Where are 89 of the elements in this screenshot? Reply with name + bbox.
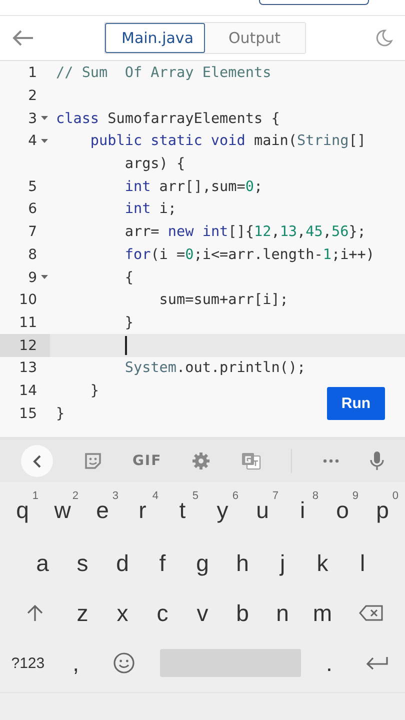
back-arrow-icon[interactable] — [12, 30, 34, 46]
letter-key[interactable]: r — [138, 496, 146, 524]
run-button[interactable]: Run — [327, 387, 385, 420]
code-line: int i; — [124, 201, 177, 218]
line-number: 12 — [18, 338, 37, 354]
code-line: class SumofarrayElements { — [55, 110, 280, 127]
line-number: 1 — [27, 65, 37, 82]
key-hint: 3 — [112, 490, 118, 502]
enter-arrow-icon[interactable] — [366, 656, 388, 670]
code-line: for(i =0;i<=arr.length-1;i++) — [124, 246, 375, 263]
code-line: } — [124, 314, 134, 331]
line-number: 6 — [27, 201, 37, 218]
collapse-button[interactable] — [21, 445, 54, 477]
letter-key[interactable]: j — [280, 550, 286, 576]
letter-key[interactable]: p — [376, 496, 389, 524]
code-line: System.out.println(); — [124, 360, 306, 376]
letter-key[interactable]: v — [196, 600, 208, 626]
smiley-icon[interactable] — [112, 652, 135, 674]
code-line: int arr[],sum=0; — [124, 178, 263, 195]
letter-key[interactable]: . — [326, 650, 332, 676]
code-line: } — [55, 406, 65, 422]
key-hint: 6 — [232, 490, 238, 502]
fold-caret-icon[interactable] — [41, 116, 48, 122]
symbols-key[interactable]: ?123 — [11, 654, 45, 672]
key-hint: 9 — [352, 490, 358, 502]
backspace-icon[interactable] — [358, 605, 382, 621]
code-line: } — [89, 382, 100, 399]
letter-key[interactable]: o — [336, 496, 349, 524]
line-number: 11 — [18, 314, 37, 331]
letter-key[interactable]: w — [54, 496, 71, 524]
line-number: 15 — [18, 406, 37, 422]
letter-key[interactable]: f — [159, 550, 166, 576]
line-number: 3 — [27, 110, 37, 127]
code-line: sum=sum+arr[i]; — [158, 292, 288, 308]
letter-key[interactable]: n — [276, 600, 289, 626]
letter-key[interactable]: e — [96, 496, 109, 524]
shift-arrow-icon[interactable] — [26, 604, 42, 622]
letter-key[interactable]: i — [300, 496, 306, 524]
microphone-icon[interactable] — [370, 451, 384, 471]
line-number: 10 — [18, 292, 37, 308]
file-tab[interactable]: Main.java — [104, 23, 204, 53]
code-line: public static void main(String[] — [89, 133, 366, 150]
line-number: 5 — [27, 178, 37, 195]
letter-key[interactable]: d — [116, 550, 129, 576]
gif-button[interactable]: GIF — [132, 453, 162, 469]
letter-key[interactable]: s — [76, 550, 88, 576]
key-hint: 2 — [72, 490, 78, 502]
letter-key[interactable]: q — [16, 496, 29, 524]
letter-key[interactable]: g — [196, 550, 209, 576]
letter-key[interactable]: , — [72, 650, 79, 676]
key-hint: 4 — [152, 490, 158, 502]
translate-icon[interactable] — [240, 452, 261, 470]
code-line: { — [124, 270, 134, 286]
line-number: 8 — [27, 246, 37, 263]
fold-caret-icon[interactable] — [41, 275, 48, 280]
key-hint: 8 — [312, 490, 318, 502]
letter-key[interactable]: h — [236, 550, 249, 576]
letter-key[interactable]: x — [116, 600, 128, 626]
key-hint: 0 — [392, 490, 398, 502]
code-line: args) { — [124, 156, 186, 172]
line-number: 7 — [27, 224, 37, 240]
sticker-icon[interactable] — [84, 452, 102, 470]
letter-key[interactable]: u — [256, 496, 269, 524]
line-number: 9 — [27, 270, 37, 286]
letter-key[interactable]: m — [312, 600, 332, 626]
line-number: 13 — [18, 360, 37, 376]
settings-icon[interactable] — [192, 452, 210, 470]
more-icon[interactable] — [323, 459, 340, 463]
line-number: 2 — [27, 88, 37, 104]
text-cursor — [124, 336, 127, 356]
chevron-left-icon — [33, 454, 42, 468]
code-line: arr= new int[]{12,13,45,56}; — [124, 224, 366, 240]
letter-key[interactable]: l — [360, 550, 366, 576]
letter-key[interactable]: y — [216, 496, 228, 524]
letter-key[interactable]: b — [236, 600, 249, 626]
code-line: // Sum Of Array Elements — [55, 65, 272, 82]
letter-key[interactable]: z — [76, 600, 88, 626]
letter-key[interactable]: t — [179, 496, 186, 524]
moon-icon[interactable] — [375, 29, 393, 47]
key-hint: 7 — [272, 490, 278, 502]
file-tab[interactable]: Output — [204, 23, 304, 53]
letter-key[interactable]: a — [36, 550, 49, 576]
letter-key[interactable]: c — [156, 600, 168, 626]
line-number: 14 — [18, 382, 37, 399]
line-number: 4 — [27, 133, 37, 150]
key-hint: 5 — [192, 490, 198, 502]
fold-caret-icon[interactable] — [41, 138, 48, 144]
key-hint: 1 — [32, 490, 38, 502]
letter-key[interactable]: k — [316, 550, 328, 576]
